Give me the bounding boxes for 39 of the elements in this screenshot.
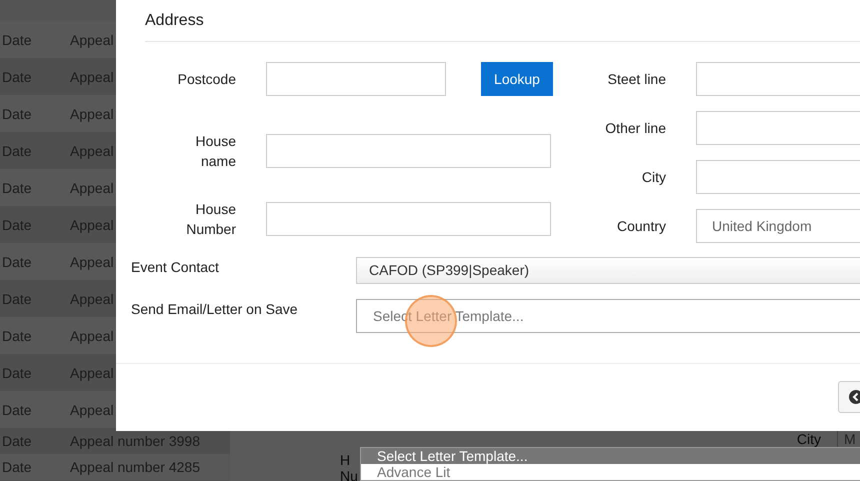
input-field[interactable] <box>696 111 860 145</box>
table-cell-text: Appeal <box>69 328 114 344</box>
section-title: Address <box>145 12 860 42</box>
table-cell-text: Date <box>1 328 33 344</box>
table-cell-text: Appeal <box>69 402 114 418</box>
house-label: Nu <box>340 468 358 481</box>
city-label: City <box>796 431 821 447</box>
table-cell-text: Date <box>1 402 33 418</box>
dropdown-option[interactable]: Select Letter Template... <box>361 448 860 464</box>
back-icon <box>849 390 860 404</box>
table-cell-text: Appeal <box>69 32 114 48</box>
lookup-button[interactable]: Lookup <box>481 62 553 96</box>
table-cell-text: Date <box>1 254 33 270</box>
table-cell-text: Appeal <box>69 106 114 122</box>
field-label: City <box>640 169 666 185</box>
table-cell-text: Appeal number 4285 <box>69 459 200 475</box>
dropdown-option[interactable]: Advance Lit <box>361 464 860 480</box>
table-cell-text: Date <box>1 180 33 196</box>
field-label: Send Email/Letter on Save <box>131 300 299 317</box>
field-label: House name <box>194 132 236 171</box>
table-cell-text: Date <box>1 106 33 122</box>
field-label: Country <box>616 218 666 234</box>
table-cell-text: Date <box>1 32 33 48</box>
field-label: Postcode <box>178 70 236 89</box>
field-label: Steet line <box>606 71 666 87</box>
house-label: H <box>340 452 352 468</box>
input-field[interactable] <box>266 134 551 168</box>
table-cell-text: Appeal <box>69 180 114 196</box>
field-label: Other line <box>604 120 666 136</box>
input-field[interactable] <box>266 62 446 96</box>
table-cell-text: Appeal <box>69 254 114 270</box>
field-label: Event Contact <box>131 258 220 275</box>
input-field[interactable] <box>696 62 860 96</box>
field-label: House Number <box>185 200 236 239</box>
contact-select[interactable]: CAFOD (SP399|Speaker) <box>356 257 860 284</box>
table-cell-text: Date <box>1 459 33 475</box>
input-field[interactable] <box>266 202 551 236</box>
input-field[interactable]: United Kingdom <box>696 209 860 243</box>
input-field[interactable] <box>696 160 860 194</box>
